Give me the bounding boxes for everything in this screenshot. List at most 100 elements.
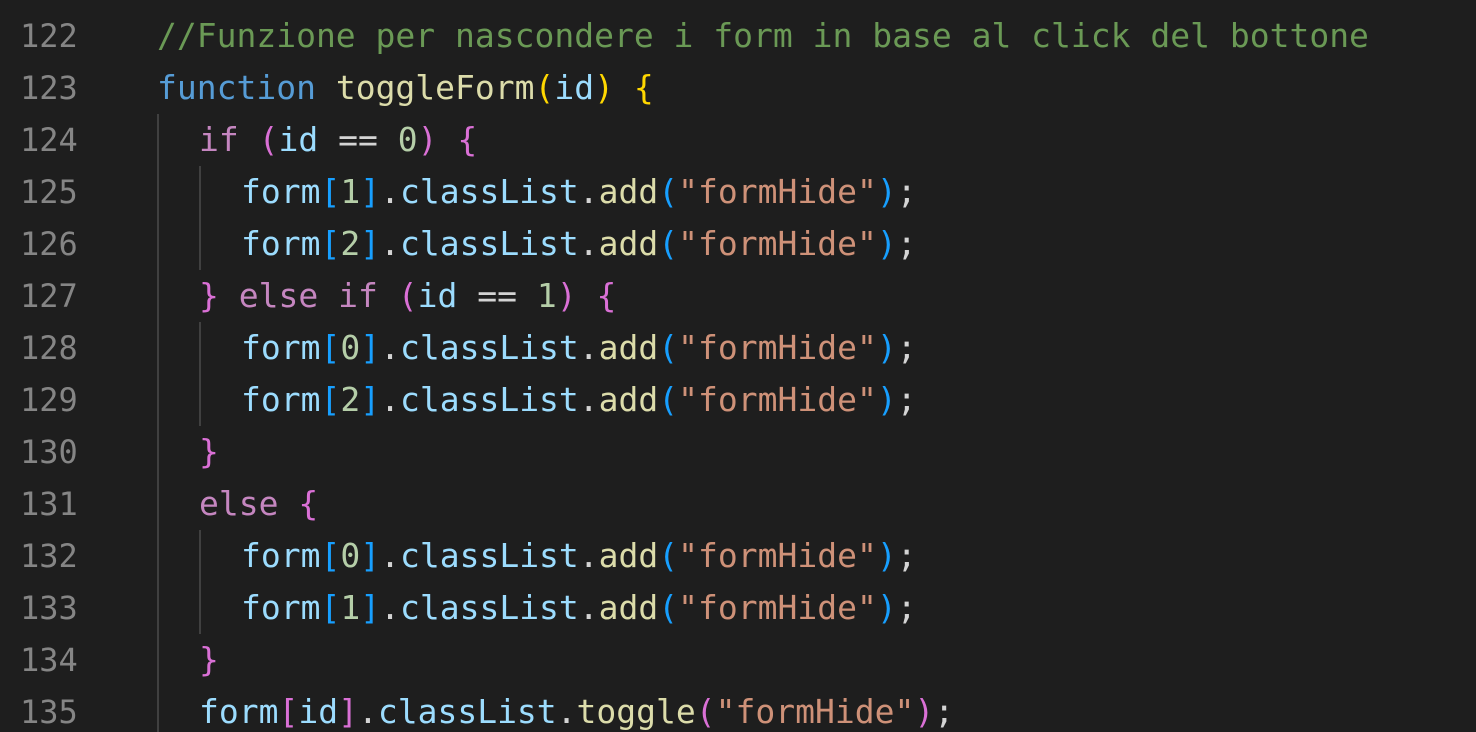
code-line[interactable]: 124 if (id == 0) { xyxy=(0,108,1476,160)
code-token: { xyxy=(457,120,478,159)
code-token: ( xyxy=(534,68,555,107)
code-token: else xyxy=(238,276,319,315)
code-token: add xyxy=(598,380,659,419)
code-token: ] xyxy=(360,328,381,367)
code-token: { xyxy=(596,276,617,315)
code-token: 0 xyxy=(340,328,361,367)
code-token: ) xyxy=(876,536,897,575)
code-line[interactable]: 123 function toggleForm(id) { xyxy=(0,56,1476,108)
line-number: 129 xyxy=(20,381,78,419)
code-token: ; xyxy=(896,328,917,367)
code-line[interactable]: 126 form[2].classList.add("formHide"); xyxy=(0,212,1476,264)
code-token: { xyxy=(633,68,654,107)
code-token: id xyxy=(298,692,339,731)
code-line[interactable]: 122 //Funzione per nascondere i form in b… xyxy=(0,4,1476,56)
code-token: ) xyxy=(876,588,897,627)
code-token: "formHide" xyxy=(678,328,877,367)
code-token: . xyxy=(380,328,400,367)
line-number: 128 xyxy=(20,329,78,367)
code-token: ) xyxy=(417,120,438,159)
code-token: ) xyxy=(914,692,935,731)
code-token: ; xyxy=(896,380,917,419)
line-number: 131 xyxy=(20,485,78,523)
line-number: 135 xyxy=(20,693,78,731)
code-token: ; xyxy=(896,536,917,575)
code-token: ) xyxy=(594,68,615,107)
code-token: ) xyxy=(876,380,897,419)
code-token: add xyxy=(598,328,659,367)
code-token: classList xyxy=(377,692,557,731)
code-token: ) xyxy=(876,328,897,367)
code-token: if xyxy=(338,276,378,315)
line-number: 122 xyxy=(20,17,78,55)
code-token: add xyxy=(598,588,659,627)
code-token: . xyxy=(357,692,378,731)
code-text: function toggleForm(id) { xyxy=(157,66,654,110)
code-line[interactable]: 133 form[1].classList.add("formHide"); xyxy=(0,576,1476,628)
code-token: form xyxy=(241,172,321,211)
code-text: //Funzione per nascondere i form in base… xyxy=(157,14,1369,58)
code-token: id xyxy=(278,120,319,159)
code-token: ) xyxy=(876,172,897,211)
code-line[interactable]: 128 form[0].classList.add("formHide"); xyxy=(0,316,1476,368)
code-token: { xyxy=(298,484,319,523)
code-line[interactable]: 125 form[1].classList.add("formHide"); xyxy=(0,160,1476,212)
code-text: form[1].classList.add("formHide"); xyxy=(241,586,917,630)
code-token: 1 xyxy=(536,276,557,315)
code-text: form[1].classList.add("formHide"); xyxy=(241,170,917,214)
code-token: ( xyxy=(658,172,679,211)
code-token: . xyxy=(380,224,400,263)
code-token: "formHide" xyxy=(678,172,877,211)
code-token: ; xyxy=(896,172,917,211)
code-line[interactable]: 129 form[2].classList.add("formHide"); xyxy=(0,368,1476,420)
line-number: 133 xyxy=(20,589,78,627)
code-token: form xyxy=(241,224,321,263)
code-token: ( xyxy=(658,328,679,367)
code-token: ; xyxy=(896,588,917,627)
code-token: ( xyxy=(658,588,679,627)
code-line[interactable]: 135 form[id].classList.toggle("formHide")… xyxy=(0,680,1476,732)
code-token: ( xyxy=(658,536,679,575)
code-line[interactable]: 127} else if (id == 1) { xyxy=(0,264,1476,316)
code-token: [ xyxy=(320,328,341,367)
code-token: if xyxy=(199,120,239,159)
code-token: ; xyxy=(896,224,917,263)
code-text: } else if (id == 1) { xyxy=(199,274,616,318)
code-token: . xyxy=(380,588,400,627)
code-token: == xyxy=(457,276,537,315)
code-token: toggleForm xyxy=(335,68,535,107)
code-token: 2 xyxy=(340,224,361,263)
code-line[interactable]: 131 else { xyxy=(0,472,1476,524)
code-token: ] xyxy=(360,172,381,211)
code-token: 1 xyxy=(340,588,361,627)
code-token: 1 xyxy=(340,172,361,211)
code-token: form xyxy=(241,588,321,627)
code-token: 0 xyxy=(340,536,361,575)
code-line[interactable]: 132 form[0].classList.add("formHide"); xyxy=(0,524,1476,576)
code-text: } xyxy=(199,638,219,682)
code-token: } xyxy=(199,276,219,315)
code-token: [ xyxy=(278,692,299,731)
code-token: ] xyxy=(360,224,381,263)
code-token: classList xyxy=(399,536,579,575)
code-line[interactable]: 134} xyxy=(0,628,1476,680)
code-editor[interactable]: 122 //Funzione per nascondere i form in b… xyxy=(0,0,1476,732)
code-token: "formHide" xyxy=(678,224,877,263)
code-token: [ xyxy=(320,172,341,211)
code-token: . xyxy=(578,224,599,263)
code-token: classList xyxy=(399,380,579,419)
code-token: ; xyxy=(934,692,955,731)
code-token: . xyxy=(578,328,599,367)
code-text: if (id == 0) { xyxy=(199,118,477,162)
code-token: [ xyxy=(320,536,341,575)
code-line[interactable]: 130} xyxy=(0,420,1476,472)
code-token: "formHide" xyxy=(678,536,877,575)
code-token: "formHide" xyxy=(678,380,877,419)
code-token: ) xyxy=(556,276,577,315)
code-text: else { xyxy=(199,482,318,526)
